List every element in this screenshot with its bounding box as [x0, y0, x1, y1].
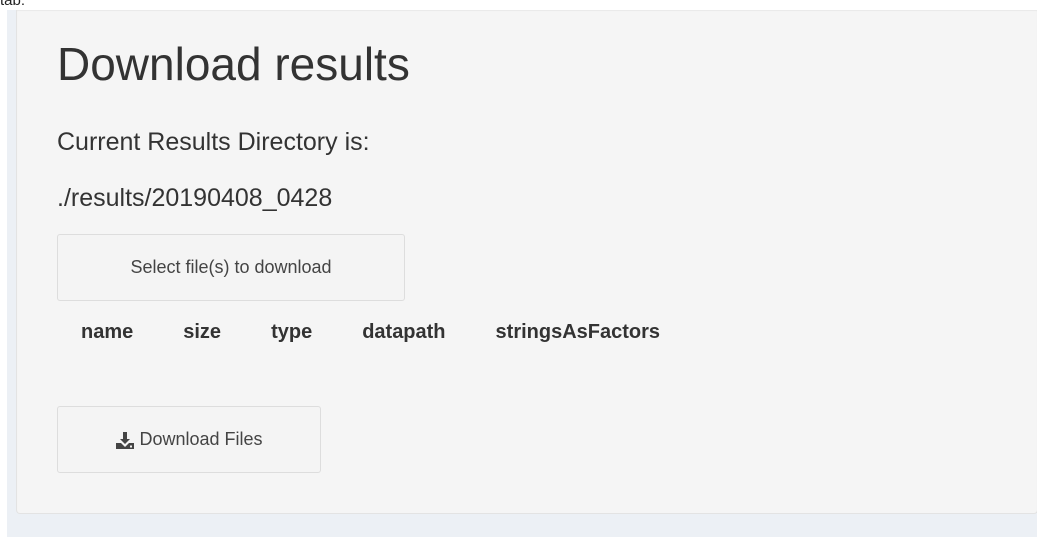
download-icon: [115, 430, 135, 450]
column-header-datapath: datapath: [362, 321, 446, 343]
results-directory-label: Current Results Directory is:: [57, 128, 370, 156]
download-files-button-label: Download Files: [139, 429, 263, 449]
results-directory-path: ./results/20190408_0428: [57, 184, 333, 212]
column-header-name: name: [81, 321, 134, 343]
download-files-button[interactable]: Download Files: [57, 406, 321, 473]
files-table-header-row: name size type datapath stringsAsFactors: [65, 314, 694, 350]
files-table: name size type datapath stringsAsFactors: [65, 314, 694, 350]
content-area: Download results Current Results Directo…: [7, 10, 1037, 537]
select-files-button[interactable]: Select file(s) to download: [57, 234, 405, 301]
tab-label: tab:: [0, 0, 26, 9]
panel-title: Download results: [57, 38, 410, 90]
column-header-stringsasfactors: stringsAsFactors: [495, 321, 661, 343]
column-header-type: type: [271, 321, 313, 343]
download-results-panel: Download results Current Results Directo…: [16, 10, 1037, 514]
select-files-button-label: Select file(s) to download: [130, 257, 332, 277]
column-header-size: size: [183, 321, 222, 343]
